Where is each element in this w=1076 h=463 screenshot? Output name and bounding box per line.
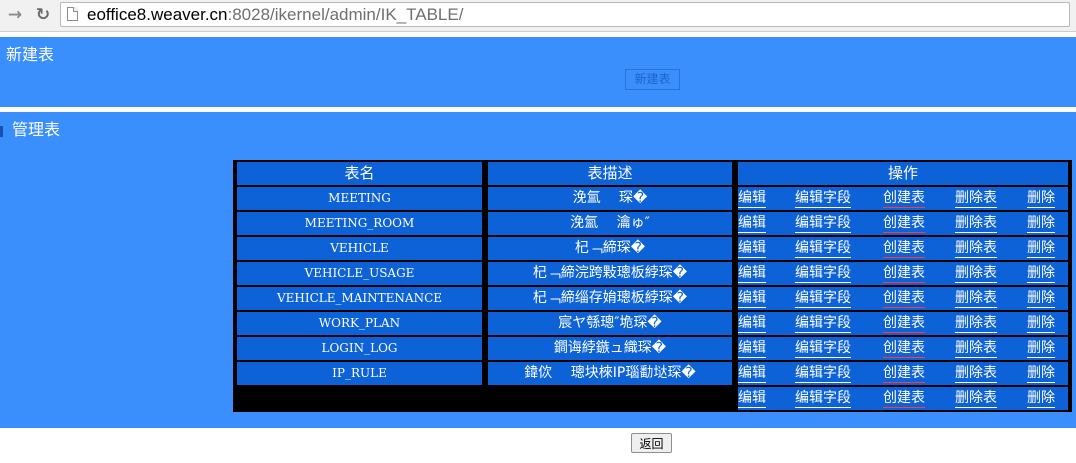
create-table-link[interactable]: 创建表: [883, 287, 925, 308]
table-grid: 表名 表描述 操作 MEETING 浼氳 琛� MEETING_ROOM 浼氳 瀹ゅ″ VEH…: [233, 160, 1072, 412]
edit-fields-link[interactable]: 编辑字段: [795, 312, 851, 333]
create-table-link[interactable]: 创建表: [883, 262, 925, 283]
operations-cell: 编辑 编辑字段 创建表 删除表 删除: [738, 287, 1068, 310]
edit-link[interactable]: 编辑: [738, 237, 766, 258]
edit-link[interactable]: 编辑: [738, 212, 766, 233]
back-arrow-icon[interactable]: →: [5, 5, 25, 25]
edit-link[interactable]: 编辑: [738, 187, 766, 208]
url-text[interactable]: eoffice8.weaver.cn:8028/ikernel/admin/IK…: [87, 4, 463, 25]
operations-cell: 编辑 编辑字段 创建表 删除表 删除: [738, 237, 1068, 260]
delete-link[interactable]: 删除: [1027, 312, 1055, 333]
return-button[interactable]: 返回: [631, 433, 672, 453]
drop-table-link[interactable]: 删除表: [955, 312, 997, 333]
table-desc-cell: 宸ヤ綔璁″垝琛�: [488, 312, 732, 335]
operations-cell: 编辑 编辑字段 创建表 删除表 删除: [738, 387, 1068, 410]
drop-table-link[interactable]: 删除表: [955, 362, 997, 383]
delete-link[interactable]: 删除: [1027, 262, 1055, 283]
create-table-link[interactable]: 创建表: [883, 337, 925, 358]
drop-table-link[interactable]: 删除表: [955, 287, 997, 308]
table-name-cell: WORK_PLAN: [237, 312, 482, 335]
table-name-cell: VEHICLE_USAGE: [237, 262, 482, 285]
drop-table-link[interactable]: 删除表: [955, 337, 997, 358]
create-table-link[interactable]: 创建表: [883, 387, 925, 408]
new-table-title: 新建表: [6, 45, 55, 64]
delete-link[interactable]: 删除: [1027, 287, 1055, 308]
table-name-cell: LOGIN_LOG: [237, 337, 482, 360]
delete-link[interactable]: 删除: [1027, 337, 1055, 358]
table-name-cell: IP_RULE: [237, 362, 482, 385]
browser-toolbar: → ↻ eoffice8.weaver.cn:8028/ikernel/admi…: [0, 0, 1076, 32]
operations-cell: 编辑 编辑字段 创建表 删除表 删除: [738, 312, 1068, 335]
table-name-cell: MEETING: [237, 187, 482, 210]
operations-cell: 编辑 编辑字段 创建表 删除表 删除: [738, 362, 1068, 385]
table-desc-cell: 鍏佽 璁块棶IP瑙勫垯琛�: [488, 362, 732, 385]
drop-table-link[interactable]: 删除表: [955, 387, 997, 408]
edit-fields-link[interactable]: 编辑字段: [795, 262, 851, 283]
reload-icon[interactable]: ↻: [33, 5, 53, 25]
drop-table-link[interactable]: 删除表: [955, 212, 997, 233]
create-table-link[interactable]: 创建表: [883, 237, 925, 258]
edit-fields-link[interactable]: 编辑字段: [795, 287, 851, 308]
drop-table-link[interactable]: 删除表: [955, 262, 997, 283]
edit-fields-link[interactable]: 编辑字段: [795, 362, 851, 383]
delete-link[interactable]: 删除: [1027, 362, 1055, 383]
table-desc-cell: 浼氳 瀹ゅ″: [488, 212, 732, 235]
operations-cell: 编辑 编辑字段 创建表 删除表 删除: [738, 262, 1068, 285]
header-operations: 操作: [738, 162, 1068, 185]
edit-fields-link[interactable]: 编辑字段: [795, 187, 851, 208]
table-name-cell: MEETING_ROOM: [237, 212, 482, 235]
header-table-name: 表名: [237, 162, 482, 185]
delete-link[interactable]: 删除: [1027, 237, 1055, 258]
manage-table-title: 管理表: [12, 120, 61, 139]
operations-cell: 编辑 编辑字段 创建表 删除表 删除: [738, 212, 1068, 235]
create-table-link[interactable]: 创建表: [883, 212, 925, 233]
edit-fields-link[interactable]: 编辑字段: [795, 337, 851, 358]
edit-fields-link[interactable]: 编辑字段: [795, 387, 851, 408]
page-icon: [67, 7, 78, 21]
url-path: :8028/ikernel/admin/IK_TABLE/: [227, 5, 464, 24]
edit-link[interactable]: 编辑: [738, 387, 766, 408]
new-table-panel: 新建表 新建表: [0, 37, 1076, 107]
address-bar[interactable]: eoffice8.weaver.cn:8028/ikernel/admin/IK…: [60, 2, 1070, 27]
table-name-cell: VEHICLE_MAINTENANCE: [237, 287, 482, 310]
edit-link[interactable]: 编辑: [738, 312, 766, 333]
table-desc-cell: 杞﹁締缁存姢璁板綍琛�: [488, 287, 732, 310]
url-host: eoffice8.weaver.cn: [87, 5, 228, 24]
edit-link[interactable]: 编辑: [738, 287, 766, 308]
table-desc-cell: 鐧诲綍鏃ュ織琛�: [488, 337, 732, 360]
table-desc-cell: 杞﹁締浣跨敤璁板綍琛�: [488, 262, 732, 285]
table-desc-cell: 杞﹁締琛�: [488, 237, 732, 260]
edit-link[interactable]: 编辑: [738, 337, 766, 358]
create-table-link[interactable]: 创建表: [883, 362, 925, 383]
table-name-cell: VEHICLE: [237, 237, 482, 260]
operations-cell: 编辑 编辑字段 创建表 删除表 删除: [738, 337, 1068, 360]
edit-fields-link[interactable]: 编辑字段: [795, 212, 851, 233]
section-marker: [0, 126, 3, 137]
edit-link[interactable]: 编辑: [738, 362, 766, 383]
operations-cell: 编辑 编辑字段 创建表 删除表 删除: [738, 187, 1068, 210]
delete-link[interactable]: 删除: [1027, 212, 1055, 233]
create-table-link[interactable]: 创建表: [883, 187, 925, 208]
delete-link[interactable]: 删除: [1027, 387, 1055, 408]
edit-fields-link[interactable]: 编辑字段: [795, 237, 851, 258]
table-desc-cell: 浼氳 琛�: [488, 187, 732, 210]
drop-table-link[interactable]: 删除表: [955, 187, 997, 208]
create-table-link[interactable]: 创建表: [883, 312, 925, 333]
drop-table-link[interactable]: 删除表: [955, 237, 997, 258]
edit-link[interactable]: 编辑: [738, 262, 766, 283]
delete-link[interactable]: 删除: [1027, 187, 1055, 208]
create-table-button[interactable]: 新建表: [625, 69, 680, 90]
header-table-desc: 表描述: [488, 162, 732, 185]
